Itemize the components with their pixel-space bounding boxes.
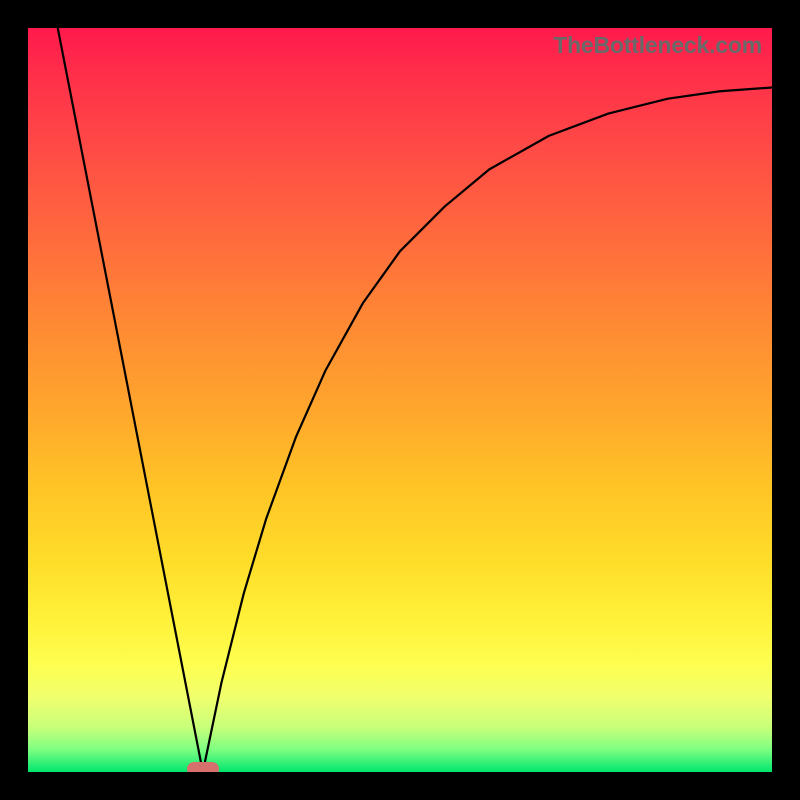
optimum-marker	[187, 762, 219, 772]
plot-area: TheBottleneck.com	[28, 28, 772, 772]
chart-frame: TheBottleneck.com	[0, 0, 800, 800]
bottleneck-curve	[28, 28, 772, 772]
